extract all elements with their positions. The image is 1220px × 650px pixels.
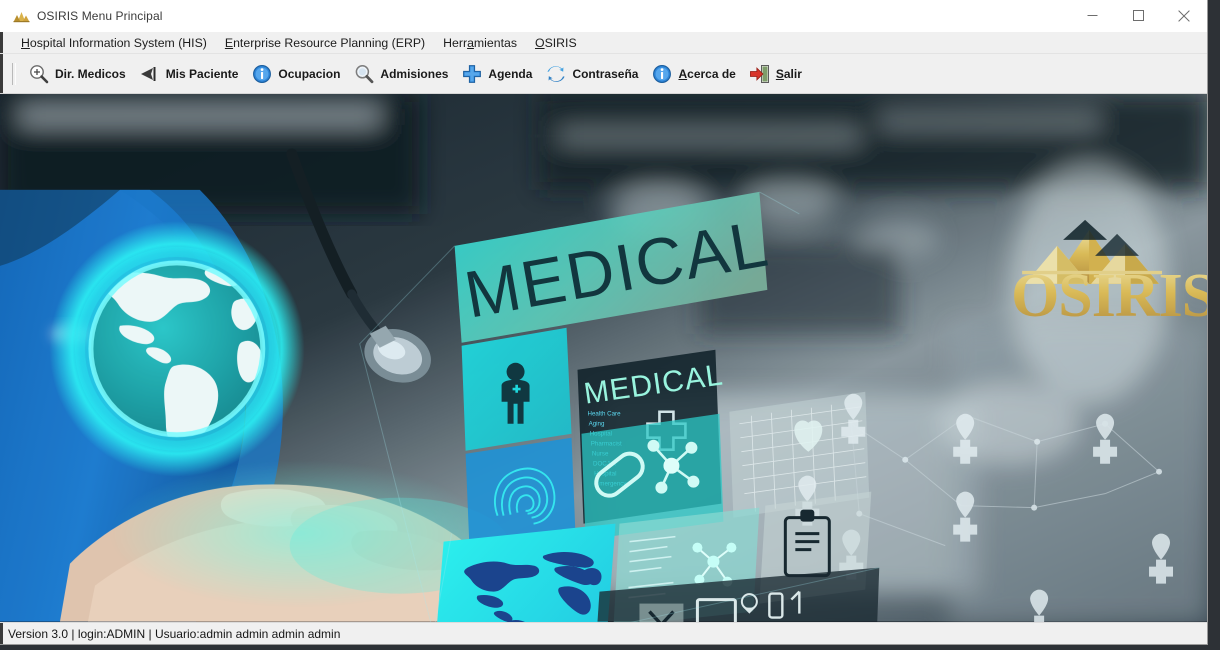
status-bar: Version 3.0 | login:ADMIN | Usuario:admi…	[0, 622, 1207, 644]
toolbar-button-contrasena-label: Contraseña	[572, 66, 639, 81]
toolbar-button-agenda-label: Agenda	[488, 66, 533, 81]
title-bar: OSIRIS Menu Principal	[0, 0, 1207, 32]
info-circle-icon	[653, 64, 672, 83]
menu-item-osiris[interactable]: OSIRIS	[526, 34, 586, 52]
toolbar-grip[interactable]	[12, 62, 16, 85]
toolbar-button-contrasena[interactable]: Contraseña	[541, 59, 647, 89]
pyramid-icon	[13, 11, 30, 22]
blue-plus-icon	[463, 64, 482, 83]
info-circle-icon	[253, 64, 272, 83]
hero-illustration: MEDICAL MEDICAL Health CareAgingHospital…	[0, 94, 1207, 622]
arrow-pointer-icon	[140, 66, 156, 81]
main-image-panel: MEDICAL MEDICAL Health CareAgingHospital…	[0, 94, 1207, 622]
maximize-button[interactable]	[1115, 0, 1161, 31]
status-bar-text: Version 3.0 | login:ADMIN | Usuario:admi…	[8, 626, 341, 641]
title-bar-left: OSIRIS Menu Principal	[13, 0, 162, 31]
toolbar-button-agenda[interactable]: Agenda	[457, 59, 541, 89]
exit-door-icon	[749, 64, 769, 83]
magnifier-icon	[356, 64, 374, 83]
menu-item-his[interactable]: Hospital Information System (HIS)	[12, 34, 216, 52]
menu-bar: Hospital Information System (HIS) Enterp…	[0, 32, 1207, 54]
toolbar-button-salir[interactable]: Salir	[745, 59, 811, 89]
window-controls	[1069, 0, 1207, 31]
toolbar-button-ocupacion-label: Ocupacion	[278, 66, 341, 81]
toolbar-button-dir-medicos-label: Dir. Medicos	[55, 66, 126, 81]
toolbar-button-mis-paciente-label: Mis Paciente	[165, 66, 239, 81]
minimize-button[interactable]	[1069, 0, 1115, 31]
toolbar-button-admisiones[interactable]: Admisiones	[349, 59, 457, 89]
toolbar-button-acerca-de-label: Acerca de	[678, 66, 736, 81]
application-window: OSIRIS Menu Principal Hospital Informati…	[0, 0, 1208, 645]
toolbar-button-salir-label: Salir	[775, 66, 802, 81]
toolbar-button-dir-medicos[interactable]: Dir. Medicos	[24, 59, 135, 89]
window-title: OSIRIS Menu Principal	[37, 8, 163, 23]
status-bar-filler	[0, 644, 1207, 645]
refresh-sync-icon	[547, 65, 566, 82]
toolbar-button-acerca-de[interactable]: Acerca de	[647, 59, 744, 89]
toolbar: Dir. Medicos Mis Paciente Ocupacion Admi…	[0, 54, 1207, 94]
menu-item-herramientas[interactable]: Herramientas	[434, 34, 526, 52]
toolbar-button-admisiones-label: Admisiones	[380, 66, 449, 81]
magnifier-zoom-in-icon	[30, 64, 49, 83]
menu-item-erp[interactable]: Enterprise Resource Planning (ERP)	[216, 34, 434, 52]
close-button[interactable]	[1161, 0, 1207, 31]
toolbar-button-ocupacion[interactable]: Ocupacion	[247, 59, 349, 89]
toolbar-button-mis-paciente[interactable]: Mis Paciente	[135, 59, 248, 89]
